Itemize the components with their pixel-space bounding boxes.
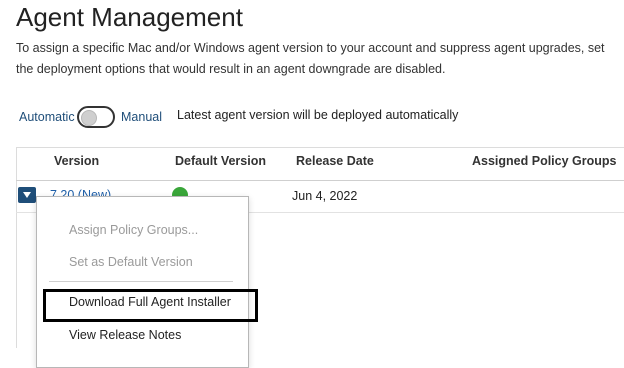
chevron-down-icon bbox=[23, 192, 31, 198]
automatic-label[interactable]: Automatic bbox=[19, 110, 75, 124]
menu-divider bbox=[49, 281, 233, 282]
menu-item-view-release-notes[interactable]: View Release Notes bbox=[69, 328, 181, 342]
menu-item-assign-policy-groups[interactable]: Assign Policy Groups... bbox=[69, 223, 198, 237]
column-header-default-version: Default Version bbox=[175, 154, 266, 168]
row-actions-menu: Assign Policy Groups... Set as Default V… bbox=[36, 196, 249, 368]
column-header-assigned-policy-groups: Assigned Policy Groups bbox=[472, 154, 617, 168]
release-date-cell: Jun 4, 2022 bbox=[292, 189, 358, 203]
page-title: Agent Management bbox=[16, 2, 243, 32]
menu-item-set-default-version[interactable]: Set as Default Version bbox=[69, 255, 193, 269]
column-header-release-date: Release Date bbox=[296, 154, 374, 168]
highlight-box bbox=[43, 289, 258, 322]
manual-label[interactable]: Manual bbox=[121, 110, 162, 124]
column-header-version: Version bbox=[54, 154, 100, 168]
deployment-status-text: Latest agent version will be deployed au… bbox=[177, 108, 459, 122]
page-description: To assign a specific Mac and/or Windows … bbox=[16, 41, 605, 76]
row-menu-button[interactable] bbox=[18, 187, 36, 203]
deployment-mode-toggle[interactable] bbox=[77, 106, 115, 128]
table-header-divider bbox=[16, 180, 624, 181]
toggle-knob bbox=[81, 110, 97, 126]
